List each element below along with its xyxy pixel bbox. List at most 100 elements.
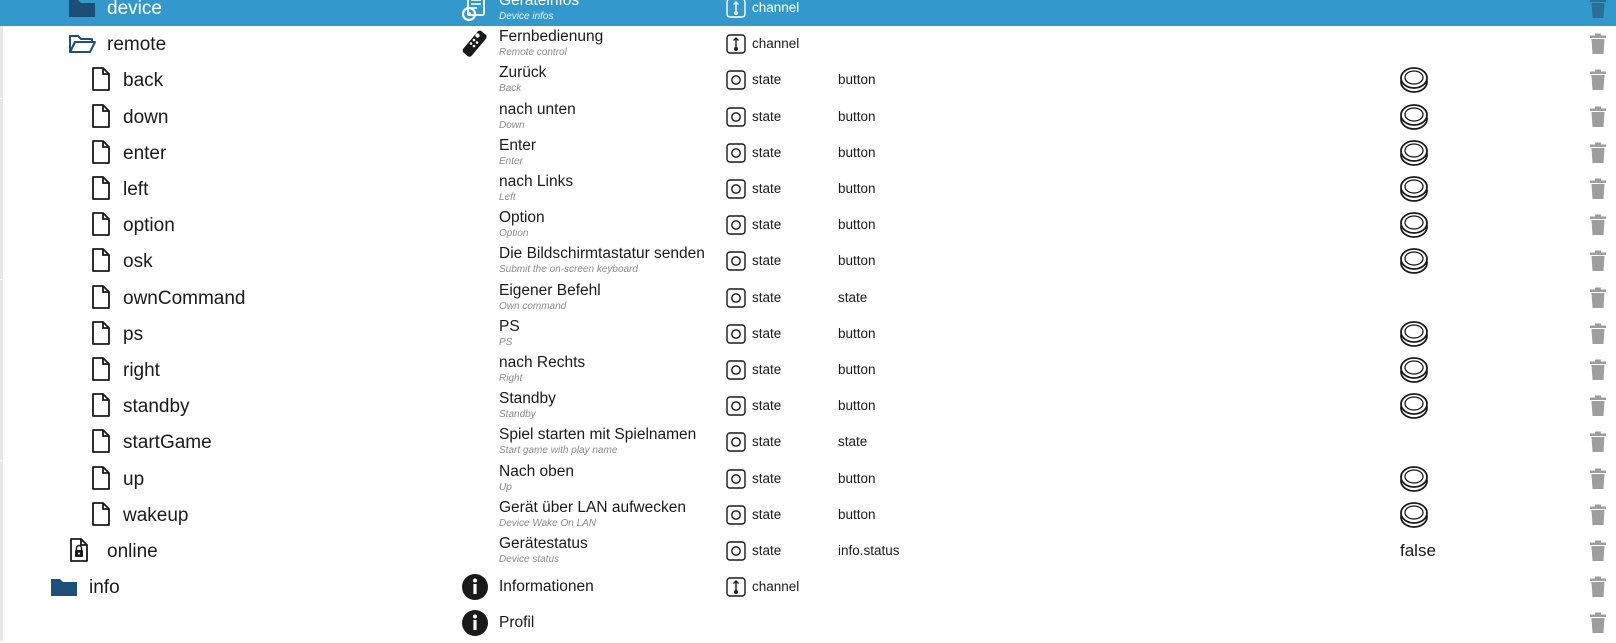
file-icon[interactable]	[90, 465, 118, 493]
file-icon[interactable]	[90, 392, 118, 420]
tree-item-name[interactable]: up	[123, 469, 144, 491]
tree-row-osk[interactable]: osk Die Bildschirmtastatur senden Submit t…	[0, 243, 1616, 280]
tree-item-name[interactable]: back	[123, 70, 163, 92]
push-button-icon[interactable]	[1398, 174, 1430, 204]
file-icon[interactable]	[90, 247, 118, 275]
delete-icon[interactable]	[1588, 576, 1608, 598]
delete-icon[interactable]	[1588, 69, 1608, 91]
file-icon[interactable]	[90, 320, 118, 348]
folder-icon[interactable]	[50, 573, 78, 601]
push-button-icon[interactable]	[1398, 210, 1430, 240]
tree-item-name[interactable]: ps	[123, 324, 143, 346]
delete-icon[interactable]	[1588, 323, 1608, 345]
tree-row-remote[interactable]: remote Fernbedienung Remote control channel	[0, 26, 1616, 63]
delete-icon[interactable]	[1588, 468, 1608, 490]
folder-icon[interactable]	[68, 0, 96, 22]
tree-row-left[interactable]: left nach Links Left state button	[0, 171, 1616, 207]
delete-icon[interactable]	[1588, 431, 1608, 453]
tree-item-name[interactable]: option	[123, 215, 175, 237]
file-icon[interactable]	[90, 139, 118, 167]
file-icon[interactable]	[90, 103, 118, 131]
tree-item-name[interactable]: device	[107, 0, 162, 20]
tree-item-name[interactable]: left	[123, 179, 148, 201]
object-subtitle: Left	[499, 192, 516, 203]
tree-item-name[interactable]: wakeup	[123, 505, 189, 527]
tree-row-online[interactable]: online Gerätestatus Device status state info…	[0, 533, 1616, 569]
push-button-icon[interactable]	[1398, 102, 1430, 132]
delete-icon[interactable]	[1588, 540, 1608, 562]
object-type: state	[752, 72, 782, 88]
tree-row-option[interactable]: option Option Option state button	[0, 207, 1616, 244]
delete-icon[interactable]	[1588, 106, 1608, 128]
file-lock-icon[interactable]	[68, 537, 96, 565]
file-icon[interactable]	[90, 284, 118, 312]
state-type-icon	[726, 324, 746, 344]
tree-item-name[interactable]: ownCommand	[123, 288, 246, 310]
tree-row-down[interactable]: down nach unten Down state button	[0, 98, 1616, 135]
tree-item-name[interactable]: startGame	[123, 432, 212, 454]
tree-row-startGame[interactable]: startGame Spiel starten mit Spielnamen Sta…	[0, 424, 1616, 461]
delete-icon[interactable]	[1588, 178, 1608, 200]
state-type-icon	[726, 468, 746, 489]
object-subtitle: Device status	[499, 554, 560, 565]
tree-item-name[interactable]: remote	[107, 34, 166, 56]
file-icon[interactable]	[90, 66, 118, 94]
tree-indent-guide	[0, 171, 3, 207]
push-button-icon[interactable]	[1398, 391, 1430, 421]
object-value[interactable]: false	[1400, 541, 1436, 561]
file-icon[interactable]	[90, 211, 118, 239]
delete-icon[interactable]	[1588, 395, 1608, 417]
tree-row-wakeup[interactable]: wakeup Gerät über LAN aufwecken Device Wak…	[0, 496, 1616, 533]
tree-row-right[interactable]: right nach Rechts Right state button	[0, 352, 1616, 388]
push-button-icon[interactable]	[1398, 355, 1430, 385]
delete-icon[interactable]	[1588, 0, 1608, 19]
object-subtitle: Start game with play name	[499, 445, 618, 457]
file-icon[interactable]	[90, 501, 118, 529]
tree-item-name[interactable]: osk	[123, 251, 153, 273]
delete-icon[interactable]	[1588, 504, 1608, 526]
file-icon[interactable]	[90, 428, 118, 456]
channel-type-icon	[726, 577, 746, 597]
delete-icon[interactable]	[1588, 33, 1608, 55]
folder-open-icon[interactable]	[68, 30, 96, 58]
tree-item-name[interactable]: right	[123, 360, 160, 382]
tree-row-profile[interactable]: Profil	[0, 605, 1616, 642]
file-icon[interactable]	[90, 175, 118, 203]
tree-row-back[interactable]: back Zurück Back state button	[0, 62, 1616, 99]
object-type: channel	[752, 0, 800, 15]
push-button-icon[interactable]	[1398, 65, 1430, 95]
delete-icon[interactable]	[1588, 250, 1608, 272]
push-button-icon[interactable]	[1398, 500, 1430, 530]
delete-icon[interactable]	[1588, 142, 1608, 164]
tree-item-name[interactable]: info	[89, 577, 120, 599]
tree-item-name[interactable]: down	[123, 107, 168, 129]
object-type: state	[752, 543, 782, 558]
tree-item-name[interactable]: online	[107, 541, 158, 563]
tree-item-name[interactable]: standby	[123, 396, 190, 418]
tree-row-standby[interactable]: standby Standby Standby state button	[0, 388, 1616, 425]
tree-row-device[interactable]: device Geräteinfos Device infos channel	[0, 0, 1616, 26]
state-type-icon	[726, 251, 746, 272]
delete-icon[interactable]	[1588, 214, 1608, 236]
delete-icon[interactable]	[1588, 359, 1608, 381]
object-role: button	[838, 253, 876, 269]
delete-icon[interactable]	[1588, 612, 1608, 634]
object-type: state	[752, 217, 782, 233]
tree-row-ownCommand[interactable]: ownCommand Eigener Befehl Own command state…	[0, 279, 1616, 316]
object-type: state	[752, 506, 782, 522]
push-button-icon[interactable]	[1398, 138, 1430, 168]
delete-icon[interactable]	[1588, 287, 1608, 309]
push-button-icon[interactable]	[1398, 319, 1430, 349]
tree-row-info[interactable]: info Informationen channel	[0, 569, 1616, 606]
tree-row-enter[interactable]: enter Enter Enter state button	[0, 134, 1616, 171]
object-title: Gerätestatus	[499, 535, 588, 552]
object-role: button	[838, 325, 876, 341]
push-button-icon[interactable]	[1398, 464, 1430, 494]
object-subtitle: Own command	[499, 300, 567, 312]
tree-item-name[interactable]: enter	[123, 143, 166, 165]
tree-row-ps[interactable]: ps PS PS state button	[0, 315, 1616, 352]
object-subtitle: Device infos	[499, 11, 554, 22]
push-button-icon[interactable]	[1398, 246, 1430, 276]
tree-row-up[interactable]: up Nach oben Up state button	[0, 460, 1616, 497]
file-icon[interactable]	[90, 356, 118, 384]
